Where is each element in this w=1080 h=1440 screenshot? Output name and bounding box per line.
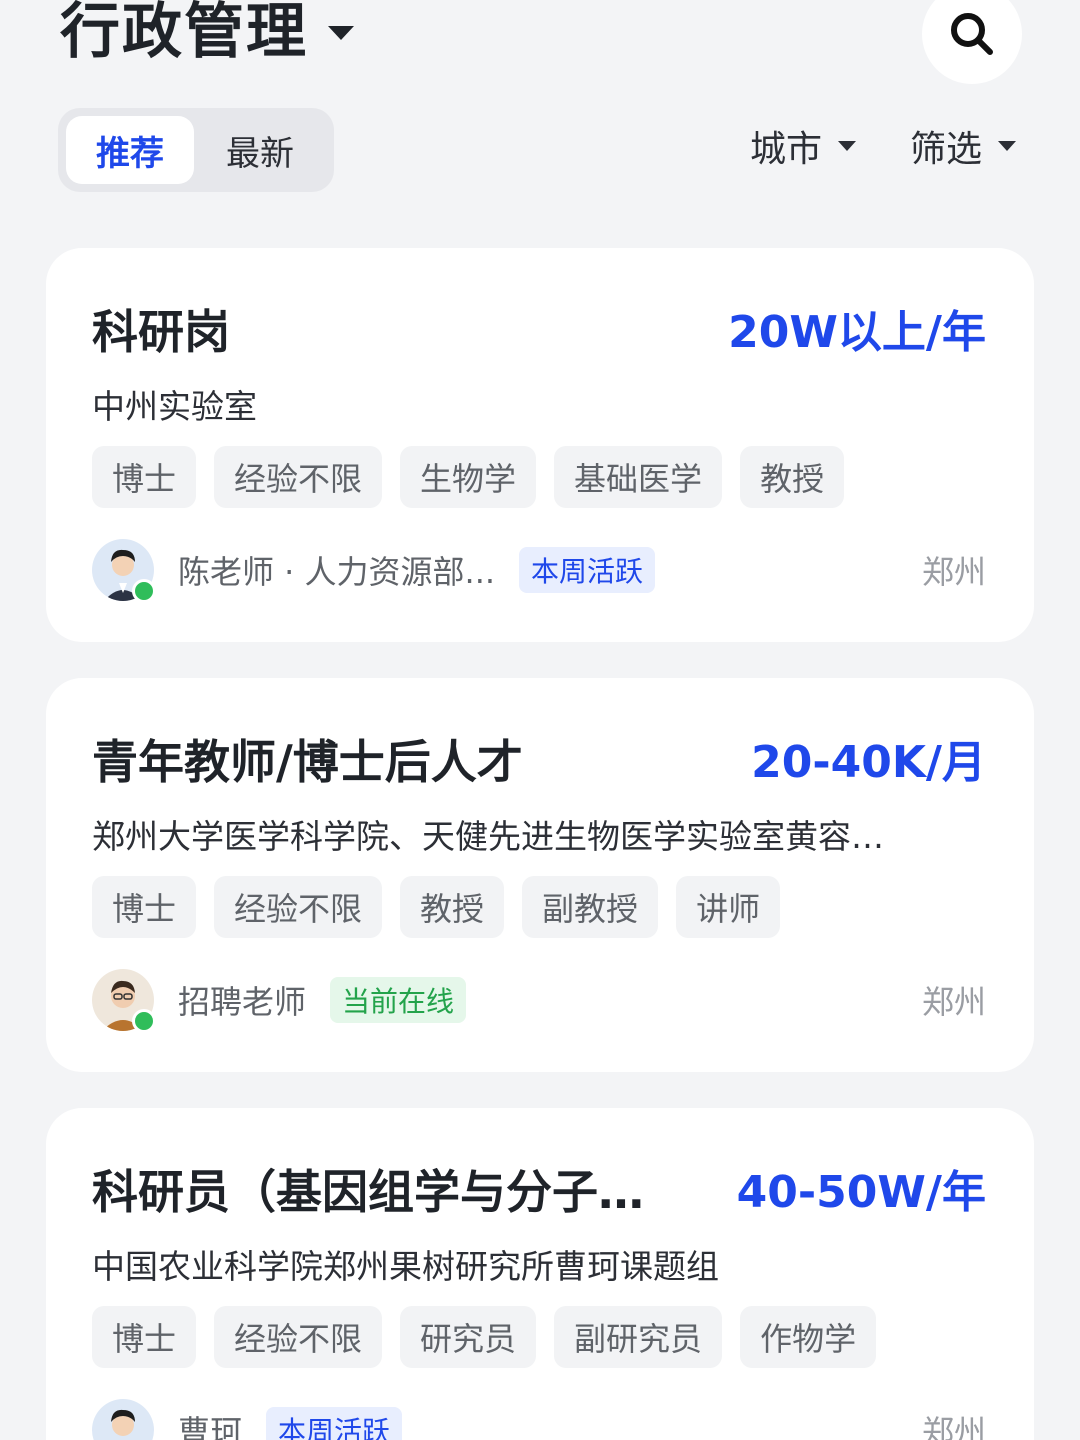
avatar (92, 969, 156, 1033)
tag: 讲师 (676, 876, 781, 938)
recruiter-row: 招聘老师 当前在线 郑州 (92, 968, 986, 1033)
tag: 生物学 (400, 446, 537, 508)
tag: 副研究员 (554, 1306, 723, 1368)
recruiter-name: 招聘老师 (178, 983, 307, 1021)
tab-switcher: 推荐 最新 (58, 108, 334, 192)
company-name: 中国农业科学院郑州果树研究所曹珂课题组 (92, 1247, 719, 1286)
city-filter-label: 城市 (750, 129, 823, 170)
tag: 教授 (400, 876, 505, 938)
tab-recommended[interactable]: 推荐 (66, 116, 194, 184)
tag: 经验不限 (214, 876, 383, 938)
recruiter-row: 陈老师 · 人力资源部... 本周活跃 郑州 (92, 538, 986, 603)
tag: 博士 (92, 1306, 197, 1368)
tag: 经验不限 (214, 446, 383, 508)
tag: 博士 (92, 446, 197, 508)
tag: 博士 (92, 876, 197, 938)
activity-badge: 本周活跃 (519, 547, 656, 593)
page: 行政管理 推荐 最新 城市 筛选 科研岗 20W以上/年 中州实验室 博士 经验… (0, 0, 1080, 1440)
tag: 教授 (740, 446, 845, 508)
online-status-dot (132, 1009, 156, 1033)
salary: 20W以上/年 (728, 307, 986, 358)
search-icon (951, 13, 993, 55)
job-title: 科研岗 (92, 305, 230, 359)
job-card[interactable]: 科研员（基因组学与分子… 40-50W/年 中国农业科学院郑州果树研究所曹珂课题… (46, 1108, 1034, 1440)
activity-badge: 本周活跃 (266, 1407, 403, 1440)
header[interactable]: 行政管理 (60, 0, 354, 70)
avatar (92, 539, 156, 603)
page-title[interactable]: 行政管理 (60, 0, 308, 67)
tab-latest[interactable]: 最新 (196, 116, 324, 184)
tag: 研究员 (400, 1306, 537, 1368)
search-button[interactable] (922, 0, 1022, 84)
recruiter-name: 曹珂 (178, 1413, 243, 1440)
chevron-down-icon (838, 141, 857, 151)
tag: 副教授 (522, 876, 659, 938)
job-title: 青年教师/博士后人才 (92, 735, 523, 789)
job-card[interactable]: 青年教师/博士后人才 20-40K/月 郑州大学医学科学院、天健先进生物医学实验… (46, 678, 1034, 1072)
recruiter-name: 陈老师 · 人力资源部... (178, 553, 496, 591)
caret-down-icon[interactable] (328, 26, 354, 40)
job-card[interactable]: 科研岗 20W以上/年 中州实验室 博士 经验不限 生物学 基础医学 教授 陈老… (46, 248, 1034, 642)
job-city: 郑州 (921, 553, 986, 591)
job-city: 郑州 (921, 983, 986, 1021)
filter-dropdown-label: 筛选 (910, 129, 983, 170)
company-name: 中州实验室 (92, 387, 257, 426)
company-name: 郑州大学医学科学院、天健先进生物医学实验室黄容… (92, 817, 884, 856)
chevron-down-icon (998, 141, 1017, 151)
salary: 20-40K/月 (751, 737, 986, 788)
online-status-dot (132, 579, 156, 603)
filter-dropdown[interactable]: 筛选 (910, 118, 1017, 174)
tag: 作物学 (740, 1306, 877, 1368)
avatar (92, 1399, 154, 1440)
activity-badge: 当前在线 (330, 977, 467, 1023)
tag: 基础医学 (554, 446, 723, 508)
job-city: 郑州 (921, 1413, 986, 1440)
salary: 40-50W/年 (736, 1167, 986, 1218)
job-title: 科研员（基因组学与分子… (92, 1165, 644, 1219)
tag-list: 博士 经验不限 研究员 副研究员 作物学 (92, 1306, 894, 1368)
tag-list: 博士 经验不限 教授 副教授 讲师 (92, 876, 798, 938)
city-filter[interactable]: 城市 (750, 118, 857, 174)
recruiter-row: 曹珂 本周活跃 郑州 (92, 1398, 986, 1440)
tag-list: 博士 经验不限 生物学 基础医学 教授 (92, 446, 862, 508)
tag: 经验不限 (214, 1306, 383, 1368)
